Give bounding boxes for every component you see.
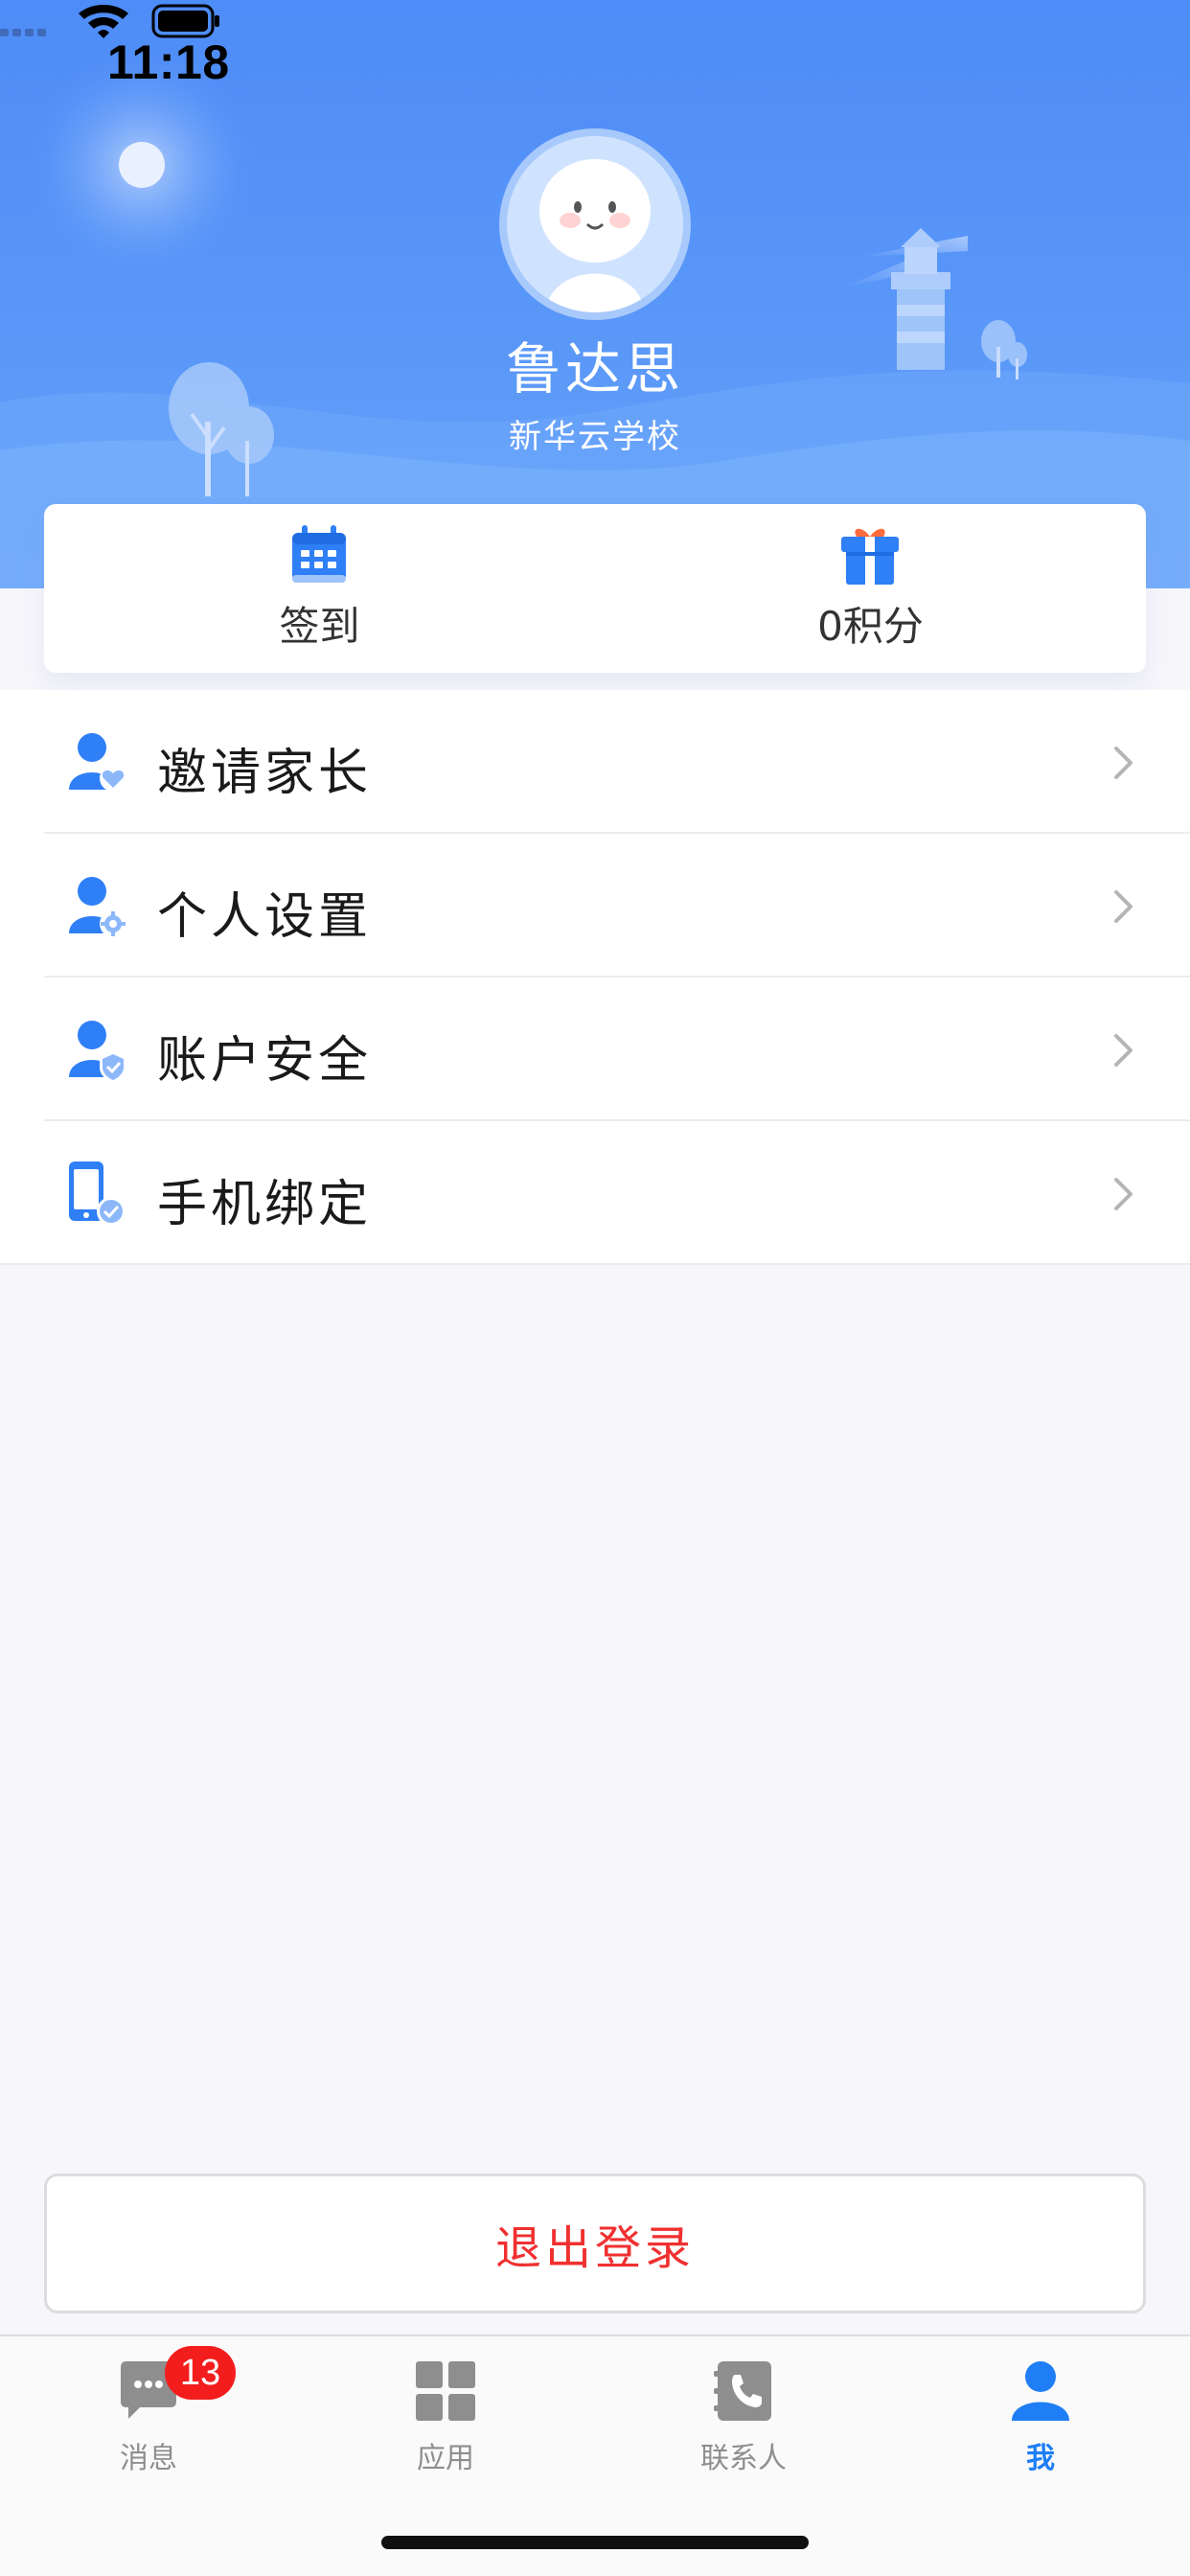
battery-icon	[151, 4, 219, 38]
avatar-character-icon	[507, 136, 683, 312]
contacts-phone-icon	[714, 2361, 771, 2421]
menu-item-personal-settings[interactable]: 个人设置	[0, 834, 1190, 978]
status-icons	[0, 4, 219, 38]
tab-messages[interactable]: 13 消息	[0, 2336, 297, 2480]
menu-item-phone-binding[interactable]: 手机绑定	[0, 1121, 1190, 1265]
user-name: 鲁达思	[505, 336, 684, 402]
phone-check-icon	[69, 1162, 126, 1226]
tab-apps[interactable]: 应用	[297, 2336, 594, 2480]
home-indicator	[381, 2536, 809, 2549]
checkin-label: 签到	[279, 603, 360, 650]
grid-icon	[416, 2361, 475, 2421]
menu-item-label: 邀请家长	[157, 745, 373, 802]
signal-icon	[0, 29, 46, 36]
tab-contacts[interactable]: 联系人	[595, 2336, 892, 2480]
menu-item-account-security[interactable]: 账户安全	[0, 978, 1190, 1121]
settings-menu: 邀请家长 个人设置 账户安全 手机绑定	[0, 690, 1190, 1265]
chevron-right-icon	[1114, 1178, 1133, 1210]
wifi-icon	[79, 5, 128, 38]
person-icon	[1012, 2361, 1069, 2421]
checkin-button[interactable]: 签到	[44, 504, 595, 673]
chevron-right-icon	[1114, 890, 1133, 923]
menu-item-label: 手机绑定	[157, 1176, 373, 1233]
points-button[interactable]: 0积分	[595, 504, 1146, 673]
tab-label: 联系人	[700, 2442, 787, 2475]
profile-page: 11:18 鲁达思 新华云学校 签到 0积分 邀请家长 个人设置 账户安全 手机…	[0, 0, 1190, 2576]
profile-header: 11:18 鲁达思 新华云学校	[0, 0, 1190, 588]
unread-badge: 13	[165, 2346, 236, 2400]
points-label: 0积分	[817, 603, 924, 650]
tab-label: 应用	[417, 2442, 474, 2475]
logout-button[interactable]: 退出登录	[44, 2174, 1146, 2313]
chevron-right-icon	[1114, 747, 1133, 779]
status-bar: 11:18	[0, 0, 1190, 126]
user-shield-icon	[69, 1021, 126, 1083]
menu-item-label: 个人设置	[157, 888, 373, 946]
user-heart-icon	[69, 733, 126, 792]
chevron-right-icon	[1114, 1034, 1133, 1067]
divider	[0, 1263, 1190, 1265]
menu-item-label: 账户安全	[157, 1032, 373, 1090]
avatar[interactable]	[499, 128, 691, 320]
menu-item-invite-parents[interactable]: 邀请家长	[0, 690, 1190, 834]
sun-icon	[119, 142, 165, 188]
calendar-icon	[292, 525, 346, 583]
tab-me[interactable]: 我	[892, 2336, 1189, 2480]
quick-actions-card: 签到 0积分	[44, 504, 1146, 673]
school-name: 新华云学校	[509, 418, 681, 456]
tab-label: 消息	[120, 2442, 177, 2475]
tab-label: 我	[1026, 2442, 1055, 2475]
gift-icon	[841, 528, 899, 585]
user-gear-icon	[69, 877, 126, 937]
